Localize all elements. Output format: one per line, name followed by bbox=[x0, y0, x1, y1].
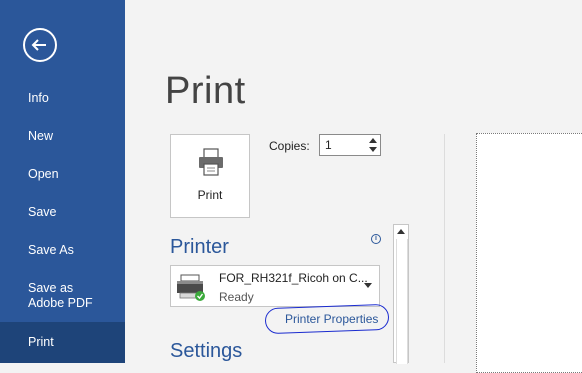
printer-select[interactable]: FOR_RH321f_Ricoh on C... Ready bbox=[170, 265, 380, 307]
nav-item-label: Print bbox=[28, 335, 54, 349]
back-button[interactable] bbox=[23, 28, 57, 62]
chevron-down-icon bbox=[364, 283, 372, 288]
printer-properties-link[interactable]: Printer Properties bbox=[285, 312, 378, 326]
copies-label: Copies: bbox=[269, 139, 310, 153]
printer-heading: Printer bbox=[170, 236, 229, 258]
print-pane: Print Print Copies: 1 Printer i FOR_RH32… bbox=[125, 0, 582, 373]
page-title: Print bbox=[165, 70, 246, 112]
nav-item-label: Save bbox=[28, 204, 57, 219]
backstage-sidebar: Info New Open Save Save As Save as Adobe… bbox=[0, 0, 125, 363]
printer-icon bbox=[199, 148, 223, 176]
nav-item-print[interactable]: Print bbox=[0, 322, 125, 363]
nav-item-label: Open bbox=[28, 166, 59, 181]
nav-item-new[interactable]: New bbox=[0, 117, 125, 155]
back-arrow-icon bbox=[31, 39, 46, 51]
nav-item-save[interactable]: Save bbox=[0, 193, 125, 231]
pane-divider bbox=[444, 134, 445, 363]
printer-device-icon bbox=[177, 274, 205, 301]
nav-item-label: Save As bbox=[28, 242, 74, 257]
scrollbar-thumb[interactable] bbox=[396, 239, 408, 364]
printer-status: Ready bbox=[219, 290, 254, 304]
print-button-label: Print bbox=[197, 188, 223, 202]
settings-heading: Settings bbox=[170, 340, 243, 362]
nav-item-save-as-adobe-pdf[interactable]: Save as Adobe PDF bbox=[0, 274, 125, 318]
spin-down-icon[interactable] bbox=[367, 145, 379, 154]
nav-item-label: Info bbox=[28, 90, 49, 105]
copies-spinner[interactable]: 1 bbox=[319, 134, 381, 156]
printer-name: FOR_RH321f_Ricoh on C... bbox=[219, 271, 368, 285]
scroll-up-icon[interactable] bbox=[396, 227, 406, 235]
settings-scrollbar[interactable] bbox=[393, 224, 409, 364]
spin-up-icon[interactable] bbox=[367, 136, 379, 145]
info-icon[interactable]: i bbox=[371, 234, 381, 244]
nav-item-label: New bbox=[28, 128, 54, 143]
print-button[interactable]: Print bbox=[170, 134, 250, 218]
nav-item-save-as[interactable]: Save As bbox=[0, 231, 125, 269]
print-preview-page bbox=[476, 133, 582, 373]
nav-item-open[interactable]: Open bbox=[0, 155, 125, 193]
nav-item-label: Save as Adobe PDF bbox=[28, 281, 93, 310]
copies-value[interactable]: 1 bbox=[325, 138, 332, 152]
nav-item-info[interactable]: Info bbox=[0, 79, 125, 117]
